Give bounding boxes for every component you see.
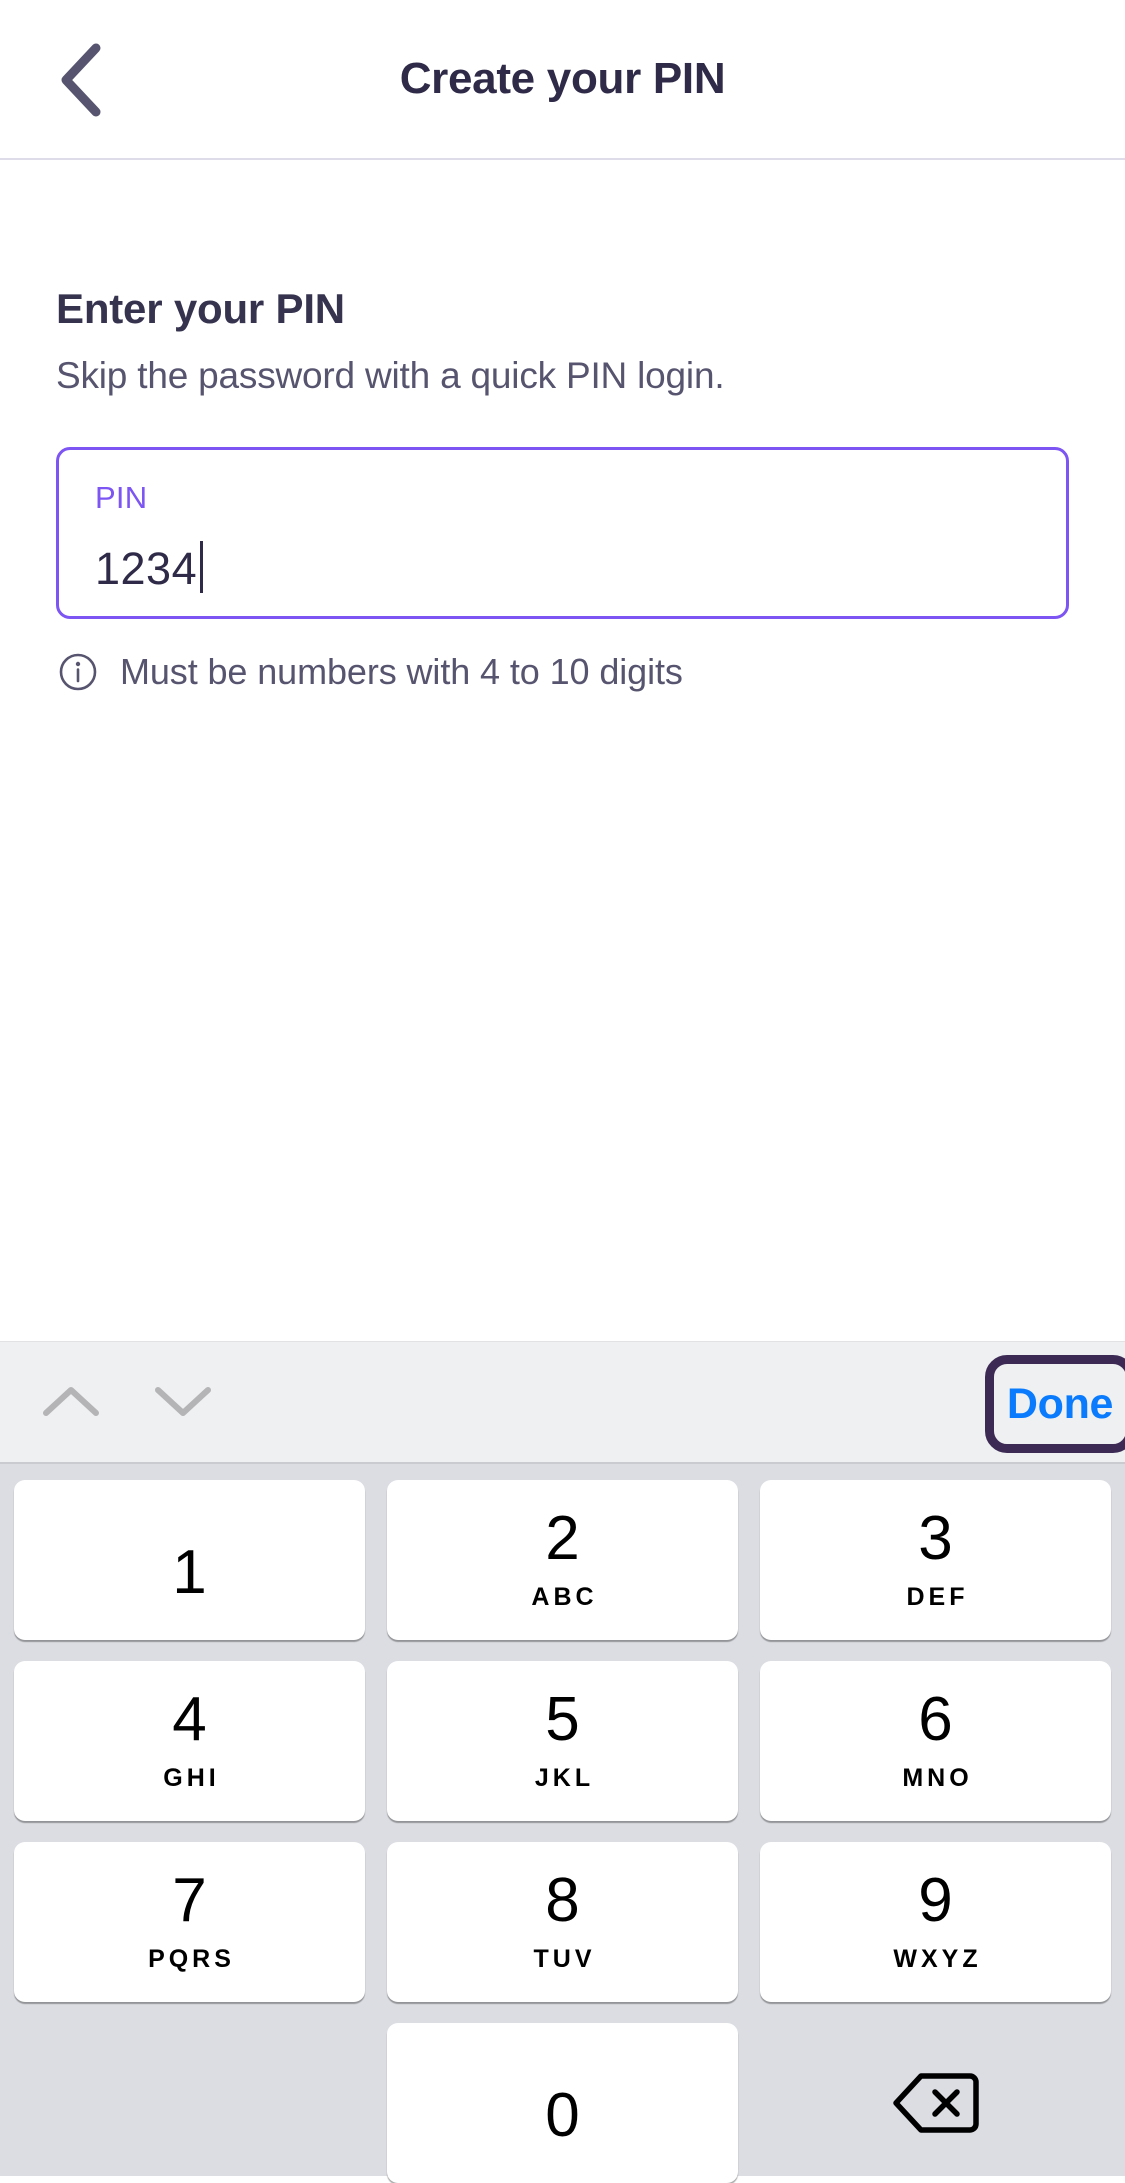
backspace-delete-icon: [890, 2070, 982, 2136]
app-header: Create your PIN: [0, 0, 1125, 160]
pin-input-value: 1234: [95, 543, 198, 594]
section-heading: Enter your PIN: [56, 285, 345, 332]
section-subheading: Skip the password with a quick PIN login…: [56, 355, 725, 396]
pin-field-label: PIN: [95, 480, 148, 515]
key-5[interactable]: 5 JKL: [387, 1661, 738, 1821]
key-letters: DEF: [906, 1583, 969, 1611]
key-digit: 2: [545, 1504, 580, 1573]
text-cursor: [200, 541, 204, 593]
chevron-down-icon: [153, 1384, 213, 1423]
key-digit: 7: [172, 1866, 207, 1935]
keypad-row: 7 PQRS 8 TUV 9 WXYZ: [14, 1842, 1111, 2002]
helper-text: Must be numbers with 4 to 10 digits: [120, 651, 683, 692]
keypad-spacer-left: [14, 2023, 365, 2183]
next-field-button[interactable]: [146, 1367, 220, 1441]
key-letters: WXYZ: [893, 1945, 982, 1973]
done-button[interactable]: Done: [985, 1355, 1125, 1453]
key-letters: ABC: [531, 1583, 598, 1611]
chevron-left-icon: [56, 42, 104, 118]
key-3[interactable]: 3 DEF: [760, 1480, 1111, 1640]
keypad-row: 4 GHI 5 JKL 6 MNO: [14, 1661, 1111, 1821]
key-8[interactable]: 8 TUV: [387, 1842, 738, 2002]
previous-field-button[interactable]: [34, 1367, 108, 1441]
key-letters: JKL: [534, 1764, 595, 1792]
key-9[interactable]: 9 WXYZ: [760, 1842, 1111, 2002]
pin-input-field[interactable]: PIN 1234: [56, 447, 1069, 619]
key-digit: 6: [918, 1685, 953, 1754]
backspace-key[interactable]: [760, 2023, 1111, 2183]
helper-text-row: Must be numbers with 4 to 10 digits: [56, 651, 1069, 693]
numeric-keypad: 1 2 ABC 3 DEF 4 GHI 5 JKL 6 MNO 7 PQRS 8…: [0, 1464, 1125, 2183]
key-digit: 0: [545, 2081, 580, 2150]
key-6[interactable]: 6 MNO: [760, 1661, 1111, 1821]
back-button[interactable]: [30, 30, 130, 130]
main-content: Enter your PIN Skip the password with a …: [0, 160, 1125, 693]
key-digit: 9: [918, 1866, 953, 1935]
key-1[interactable]: 1: [14, 1480, 365, 1640]
key-4[interactable]: 4 GHI: [14, 1661, 365, 1821]
pin-input-value-row[interactable]: 1234: [95, 532, 204, 595]
key-letters: MNO: [902, 1764, 973, 1792]
page-title: Create your PIN: [399, 54, 726, 103]
key-letters: PQRS: [148, 1945, 235, 1973]
info-circle-icon: [58, 652, 98, 692]
done-button-label: Done: [1006, 1379, 1114, 1428]
key-digit: 3: [918, 1504, 953, 1573]
key-7[interactable]: 7 PQRS: [14, 1842, 365, 2002]
key-letters: TUV: [533, 1945, 596, 1973]
key-letters: GHI: [163, 1764, 220, 1792]
key-2[interactable]: 2 ABC: [387, 1480, 738, 1640]
key-digit: 8: [545, 1866, 580, 1935]
field-navigation-group: [34, 1342, 220, 1465]
key-digit: 1: [172, 1538, 207, 1607]
keyboard-accessory-bar: Done: [0, 1341, 1125, 1464]
key-0[interactable]: 0: [387, 2023, 738, 2183]
chevron-up-icon: [41, 1384, 101, 1423]
keypad-row: 0: [14, 2023, 1111, 2183]
keypad-row: 1 2 ABC 3 DEF: [14, 1480, 1111, 1640]
key-digit: 4: [172, 1685, 207, 1754]
key-digit: 5: [545, 1685, 580, 1754]
